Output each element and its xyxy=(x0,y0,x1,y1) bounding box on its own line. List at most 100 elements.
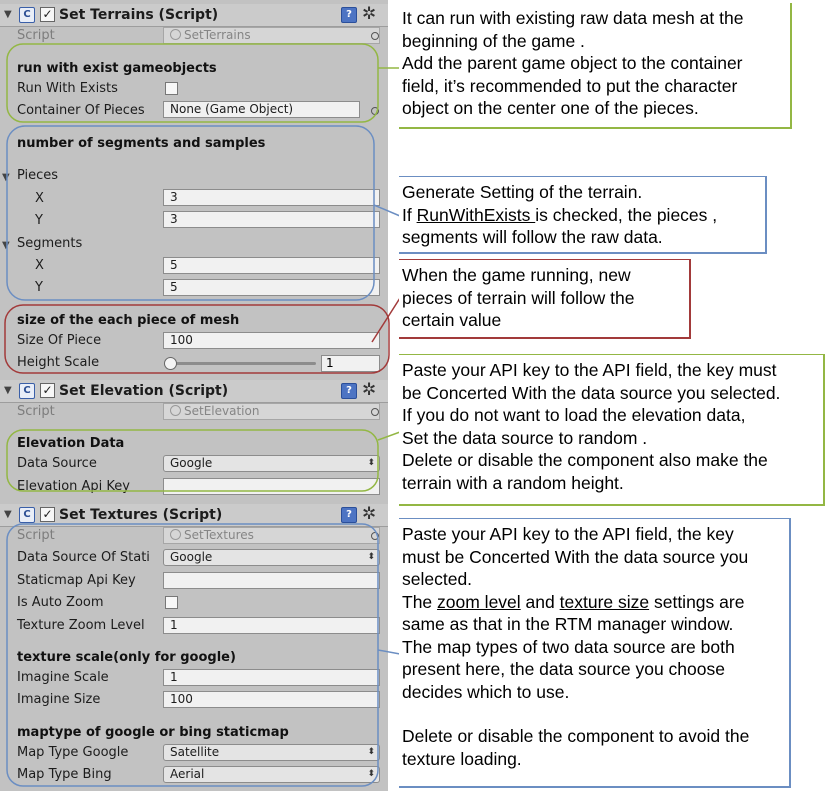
script-icon: C xyxy=(19,507,35,523)
note-run-with-exists: It can run with existing raw data mesh a… xyxy=(399,3,792,129)
segments-label: Segments xyxy=(17,236,83,251)
map-type-value: Aerial xyxy=(170,767,205,781)
data-source-value: Google xyxy=(170,456,213,470)
script-field[interactable]: SetTerrains xyxy=(163,27,380,44)
set-elevation-enabled-checkbox[interactable]: ✓ xyxy=(40,383,55,398)
note-textures-api: Paste your API key to the API field, the… xyxy=(399,518,791,788)
note-line: field, it’s recommended to put the chara… xyxy=(402,75,738,96)
height-scale-label: Height Scale xyxy=(17,355,100,370)
set-textures-enabled-checkbox[interactable]: ✓ xyxy=(40,507,55,522)
foldout-arrow-icon[interactable]: ▼ xyxy=(4,9,12,20)
note-line: Add the parent game object to the contai… xyxy=(402,53,743,73)
segments-y-field[interactable]: 5 xyxy=(163,279,380,296)
set-textures-header[interactable]: ▼ C ✓ Set Textures (Script) ? ✲ xyxy=(0,504,388,527)
object-picker-icon[interactable] xyxy=(371,532,379,540)
map-type-google-dropdown[interactable]: Satellite ⬍ xyxy=(163,744,380,761)
script-field[interactable]: SetElevation xyxy=(163,403,380,420)
gear-icon[interactable]: ✲ xyxy=(362,380,376,400)
script-label: Script xyxy=(17,28,55,43)
note-line: The map types of two data source are bot… xyxy=(402,636,735,657)
set-terrains-header[interactable]: ▼ C ✓ Set Terrains (Script) ? ✲ xyxy=(0,4,388,27)
object-picker-icon[interactable] xyxy=(371,32,379,40)
help-icon[interactable]: ? xyxy=(341,7,357,23)
height-scale-field[interactable]: 1 xyxy=(321,355,380,372)
map-type-google-label: Map Type Google xyxy=(17,745,129,760)
help-icon[interactable]: ? xyxy=(341,507,357,523)
dropdown-arrows-icon: ⬍ xyxy=(367,458,375,468)
map-type-bing-dropdown[interactable]: Aerial ⬍ xyxy=(163,766,380,783)
data-source-dropdown[interactable]: Google ⬍ xyxy=(163,455,380,472)
object-picker-icon[interactable] xyxy=(371,107,379,115)
segments-x-field[interactable]: 5 xyxy=(163,257,380,274)
elevation-api-key-label: Elevation Api Key xyxy=(17,479,130,494)
note-generate-setting: Generate Setting of the terrain. If RunW… xyxy=(399,176,767,254)
set-elevation-header[interactable]: ▼ C ✓ Set Elevation (Script) ? ✲ xyxy=(0,380,388,403)
component-title: Set Elevation (Script) xyxy=(59,383,229,399)
texture-zoom-level-field[interactable]: 1 xyxy=(163,617,380,634)
note-game-running: When the game running, new pieces of ter… xyxy=(399,259,691,339)
is-auto-zoom-checkbox[interactable] xyxy=(165,596,178,609)
note-line: Delete or disable the component to avoid… xyxy=(402,726,750,746)
height-scale-slider-handle[interactable] xyxy=(164,357,177,370)
imagine-scale-field[interactable]: 1 xyxy=(163,669,380,686)
pieces-foldout-icon[interactable]: ▼ xyxy=(2,172,10,183)
run-with-exists-checkbox[interactable] xyxy=(165,82,178,95)
imagine-scale-label: Imagine Scale xyxy=(17,670,109,685)
note-line: Set the data source to random . xyxy=(402,427,648,448)
object-picker-icon[interactable] xyxy=(371,408,379,416)
pieces-y-field[interactable]: 3 xyxy=(163,211,380,228)
note-line: It can run with existing raw data mesh a… xyxy=(402,8,744,28)
texture-size-reference: texture size xyxy=(559,591,650,612)
staticmap-api-key-field[interactable] xyxy=(163,572,380,589)
note-text: If xyxy=(402,204,417,225)
map-type-value: Satellite xyxy=(170,745,220,759)
note-text: settings are xyxy=(649,591,745,612)
section-run-with-exist: run with exist gameobjects xyxy=(17,61,217,76)
data-source-label: Data Source xyxy=(17,456,97,471)
texture-zoom-level-label: Texture Zoom Level xyxy=(17,618,145,633)
note-line: Generate Setting of the terrain. xyxy=(402,182,643,202)
pieces-label: Pieces xyxy=(17,168,59,183)
section-elevation-data: Elevation Data xyxy=(17,436,125,451)
note-line: The zoom level and texture size settings… xyxy=(402,591,789,614)
imagine-size-label: Imagine Size xyxy=(17,692,101,707)
is-auto-zoom-label: Is Auto Zoom xyxy=(17,595,104,610)
foldout-arrow-icon[interactable]: ▼ xyxy=(4,509,12,520)
height-scale-slider-track[interactable] xyxy=(170,362,316,365)
script-value: SetTextures xyxy=(184,528,254,542)
data-source-of-staticmap-label: Data Source Of Stati xyxy=(17,550,150,565)
note-line: certain value xyxy=(402,310,502,330)
note-elevation-api: Paste your API key to the API field, the… xyxy=(399,354,825,506)
zoom-level-reference: zoom level xyxy=(437,591,521,612)
staticmap-data-source-dropdown[interactable]: Google ⬍ xyxy=(163,549,380,566)
script-field[interactable]: SetTextures xyxy=(163,527,380,544)
gear-icon[interactable]: ✲ xyxy=(362,504,376,524)
section-texture-scale: texture scale(only for google) xyxy=(17,650,236,665)
dropdown-arrows-icon: ⬍ xyxy=(367,552,375,562)
note-line: object on the center one of the pieces. xyxy=(402,98,699,118)
note-line: pieces of terrain will follow the xyxy=(402,287,635,308)
container-of-pieces-field[interactable]: None (Game Object) xyxy=(163,101,360,118)
pieces-y-label: Y xyxy=(35,213,43,228)
note-line: Delete or disable the component also mak… xyxy=(402,450,768,470)
size-of-piece-label: Size Of Piece xyxy=(17,333,102,348)
note-line: Paste your API key to the API field, the… xyxy=(402,524,734,544)
note-line: decides which to use. xyxy=(402,681,570,702)
note-line: segments will follow the raw data. xyxy=(402,227,663,247)
pieces-x-label: X xyxy=(35,191,44,206)
elevation-api-key-field[interactable] xyxy=(163,478,380,495)
section-piece-size: size of the each piece of mesh xyxy=(17,313,240,328)
script-label: Script xyxy=(17,404,55,419)
size-of-piece-field[interactable]: 100 xyxy=(163,332,380,349)
pieces-x-field[interactable]: 3 xyxy=(163,189,380,206)
segments-foldout-icon[interactable]: ▼ xyxy=(2,240,10,251)
set-terrains-enabled-checkbox[interactable]: ✓ xyxy=(40,7,55,22)
script-file-icon xyxy=(170,529,181,540)
imagine-size-field[interactable]: 100 xyxy=(163,691,380,708)
component-title: Set Terrains (Script) xyxy=(59,7,219,23)
data-source-value: Google xyxy=(170,550,213,564)
foldout-arrow-icon[interactable]: ▼ xyxy=(4,385,12,396)
inspector-panel: ▼ C ✓ Set Terrains (Script) ? ✲ Script S… xyxy=(0,0,388,791)
help-icon[interactable]: ? xyxy=(341,383,357,399)
gear-icon[interactable]: ✲ xyxy=(362,4,376,24)
